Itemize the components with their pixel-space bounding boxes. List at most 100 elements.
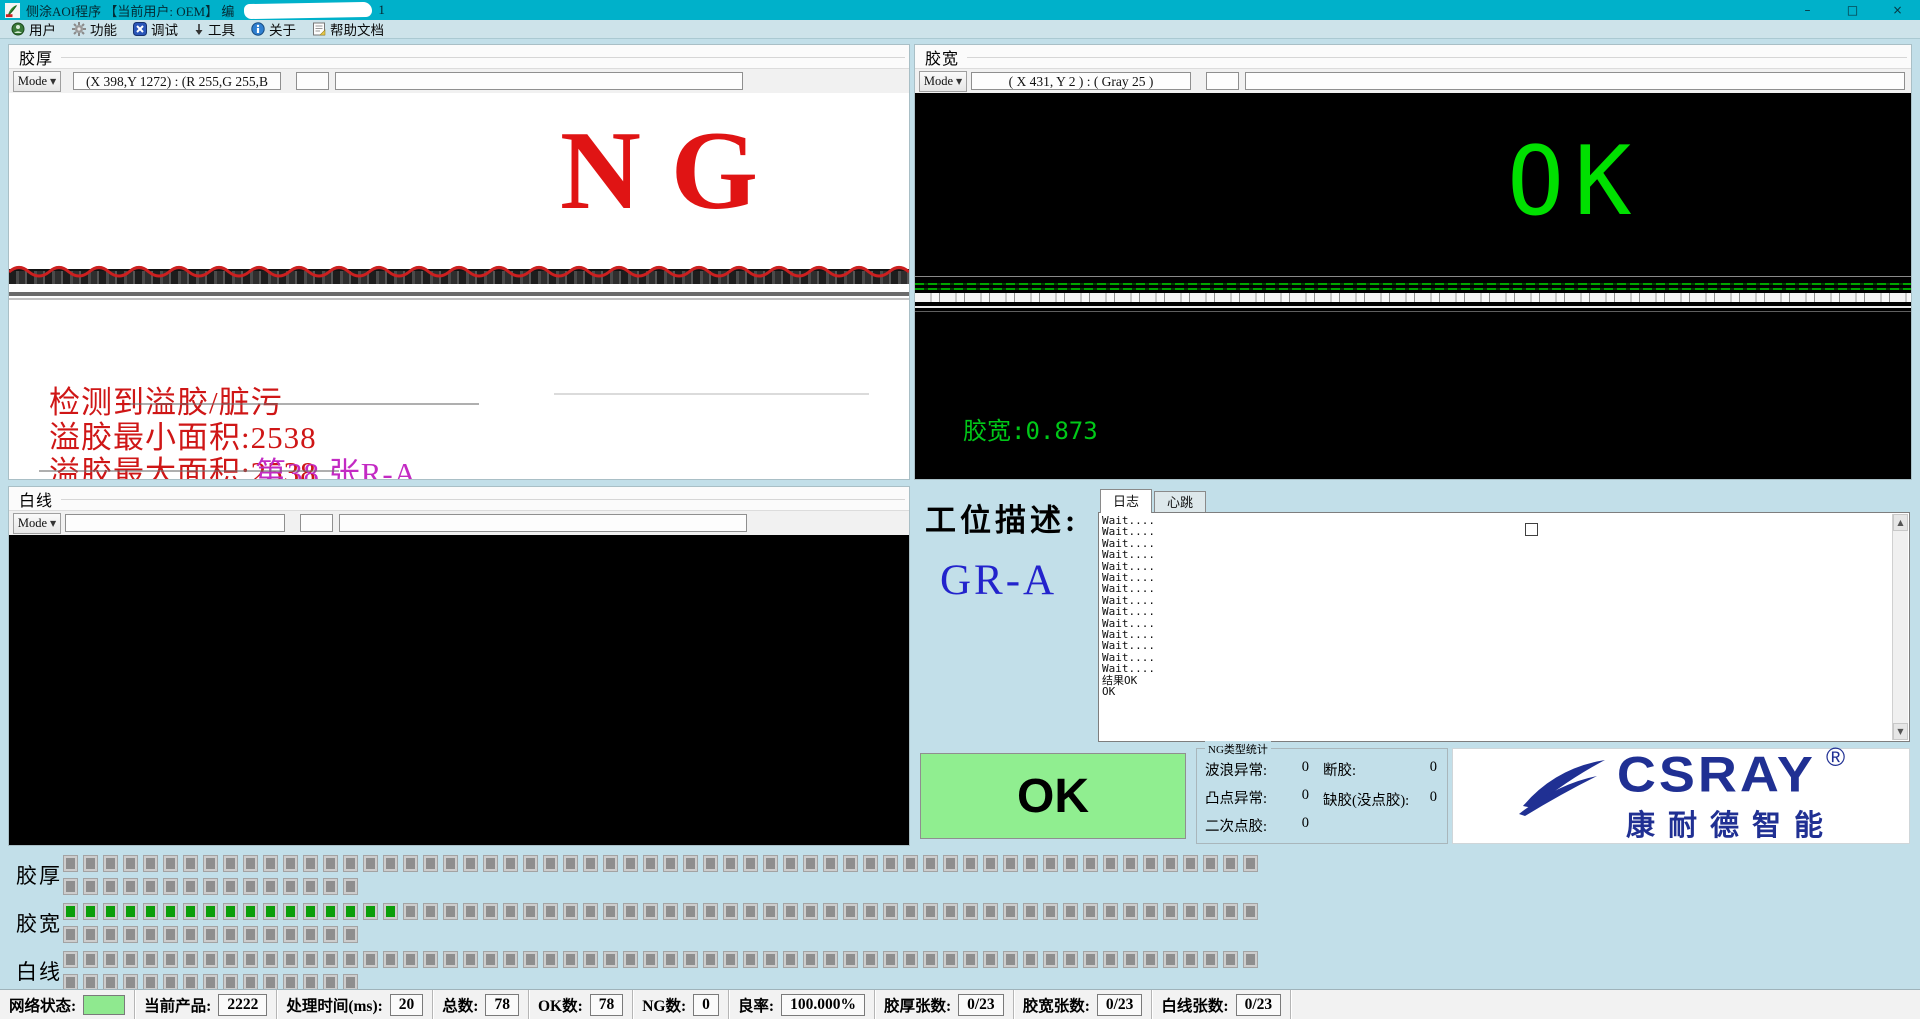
result-text-ng: NG <box>560 115 788 227</box>
log-scrollbar[interactable]: ▲ ▼ <box>1892 514 1908 740</box>
indicator-cell <box>744 856 757 871</box>
tab-heartbeat[interactable]: 心跳 <box>1154 491 1206 513</box>
indicator-cell <box>544 856 557 871</box>
overall-result-indicator: OK <box>920 753 1186 839</box>
indicator-cell <box>124 952 137 967</box>
indicator-cell <box>1204 904 1217 919</box>
indicator-cell <box>1164 904 1177 919</box>
indicator-cell <box>1044 856 1057 871</box>
menu-item-debug[interactable]: 调试 <box>128 20 189 38</box>
indicator-cell <box>424 856 437 871</box>
menu-item-help-doc[interactable]: 帮助文档 <box>307 20 395 38</box>
logo-brand-text: CSRAY <box>1617 750 1816 800</box>
indicator-cell <box>644 952 657 967</box>
indicator-cell <box>324 975 337 990</box>
indicator-cell <box>424 904 437 919</box>
glue-line-strip <box>915 276 1911 312</box>
indicator-cell <box>984 904 997 919</box>
scroll-down-icon[interactable]: ▼ <box>1893 723 1908 740</box>
panel-white-line: 白线 Mode▼ <box>8 486 910 846</box>
indicator-cell <box>484 904 497 919</box>
indicator-cell <box>724 952 737 967</box>
menu-item-user[interactable]: 用户 <box>6 20 67 38</box>
log-line: Wait.... <box>1102 526 1891 537</box>
close-button[interactable]: × <box>1875 0 1920 20</box>
log-line: Wait.... <box>1102 606 1891 617</box>
indicator-cell <box>184 975 197 990</box>
tab-log[interactable]: 日志 <box>1100 489 1152 513</box>
indicator-cell <box>884 856 897 871</box>
glue-thickness-image[interactable]: NG 检测到溢胶/脏污 溢胶最小面积:2538 溢胶最大面积:2538 第38 … <box>9 93 909 479</box>
indicator-cell <box>984 856 997 871</box>
indicator-cell <box>184 904 197 919</box>
indicator-cell <box>204 927 217 942</box>
indicator-cell <box>104 927 117 942</box>
indicator-cell <box>164 952 177 967</box>
menu-item-functions[interactable]: 功能 <box>67 20 128 38</box>
indicator-cell <box>1124 856 1137 871</box>
log-line: Wait.... <box>1102 561 1891 572</box>
indicator-cell <box>704 952 717 967</box>
indicator-cell <box>704 856 717 871</box>
indicator-cell <box>1044 952 1057 967</box>
indicator-cell <box>1244 904 1257 919</box>
indicator-cell <box>564 856 577 871</box>
indicator-cell <box>324 879 337 894</box>
pixel-coordinates-readout: (X 398,Y 1272) : (R 255,G 255,B 255) <box>73 72 281 90</box>
indicator-row <box>64 927 364 947</box>
toolbar-wide-box <box>1245 72 1905 90</box>
tools-icon <box>194 22 204 36</box>
indicator-cell <box>624 856 637 871</box>
mode-dropdown[interactable]: Mode▼ <box>13 513 61 534</box>
scroll-up-icon[interactable]: ▲ <box>1893 514 1908 531</box>
log-checkbox[interactable] <box>1525 523 1538 536</box>
indicator-cell <box>524 856 537 871</box>
indicator-cell <box>1104 952 1117 967</box>
mode-dropdown[interactable]: Mode▼ <box>13 71 61 92</box>
indicator-cell <box>84 904 97 919</box>
indicator-cell <box>304 856 317 871</box>
indicator-cell <box>744 952 757 967</box>
indicator-cell <box>364 952 377 967</box>
indicator-cell <box>124 975 137 990</box>
minimize-button[interactable]: – <box>1785 0 1830 20</box>
indicator-cell <box>1164 952 1177 967</box>
maximize-button[interactable]: □ <box>1830 0 1875 20</box>
indicator-group-2: 胶宽 <box>0 904 1920 944</box>
indicator-cell <box>1084 904 1097 919</box>
network-status-indicator <box>83 995 125 1015</box>
indicator-cell <box>164 975 177 990</box>
indicator-group-label: 胶宽 <box>16 908 62 938</box>
indicator-cell <box>224 975 237 990</box>
status-yield: 良率: 100.000% <box>729 990 875 1019</box>
indicator-cell <box>624 952 637 967</box>
vendor-logo: CSRAY ® 康耐德智能 <box>1452 748 1910 844</box>
white-line-image[interactable] <box>9 535 909 845</box>
indicator-cell <box>344 952 357 967</box>
log-line: 结果OK <box>1102 675 1891 686</box>
menu-item-about[interactable]: 关于 <box>246 20 307 38</box>
indicator-cell <box>184 856 197 871</box>
defect-annotation: 检测到溢胶/脏污 溢胶最小面积:2538 溢胶最大面积:2538 第38 张R-… <box>49 385 317 479</box>
log-line: Wait.... <box>1102 629 1891 640</box>
indicator-cell <box>1064 952 1077 967</box>
mode-dropdown[interactable]: Mode▼ <box>919 71 967 92</box>
indicator-row <box>64 856 1264 876</box>
indicator-cell <box>84 927 97 942</box>
indicator-cell <box>664 952 677 967</box>
indicator-cell <box>204 975 217 990</box>
indicator-cell <box>1184 952 1197 967</box>
indicator-cell <box>1024 904 1037 919</box>
indicator-cell <box>264 879 277 894</box>
indicator-group-3: 白线 <box>0 952 1920 992</box>
status-ng-count: NG数: 0 <box>633 990 729 1019</box>
menu-item-tools[interactable]: 工具 <box>189 20 246 38</box>
indicator-cell <box>64 975 77 990</box>
indicator-cell <box>544 952 557 967</box>
indicator-row <box>64 952 1264 972</box>
indicator-cell <box>104 904 117 919</box>
debug-icon <box>133 22 147 36</box>
glue-width-image[interactable]: OK 胶宽:0.873 <box>915 93 1911 479</box>
titlebar: 侧涂AOI程序 【当前用户: OEM】 编 1 – □ × <box>0 0 1920 20</box>
log-panel[interactable]: Wait....Wait....Wait....Wait....Wait....… <box>1098 512 1910 742</box>
